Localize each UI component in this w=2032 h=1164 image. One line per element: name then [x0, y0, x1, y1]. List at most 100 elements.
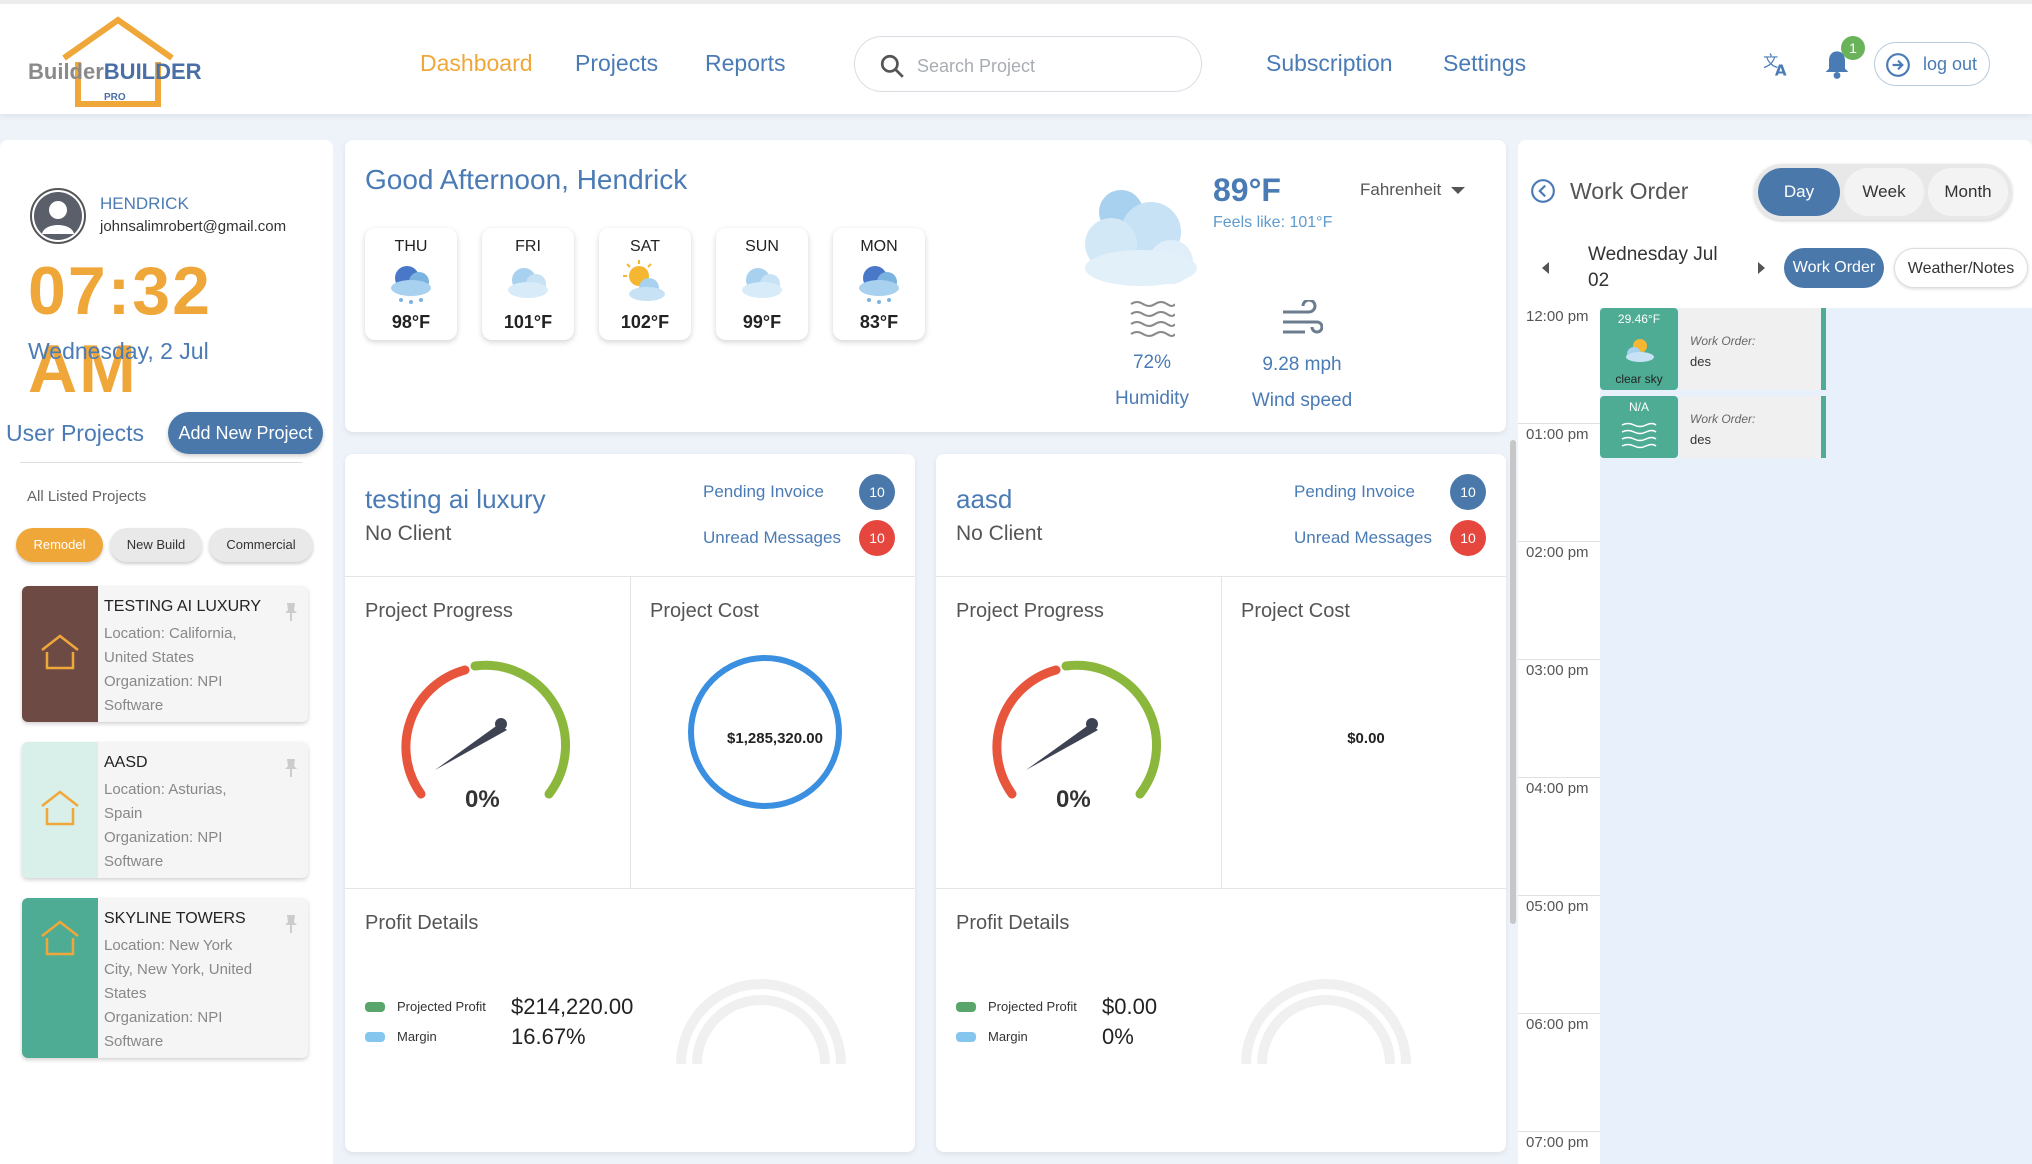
view-month-button[interactable]: Month: [1928, 168, 2008, 216]
user-email: johnsalimrobert@gmail.com: [100, 218, 287, 235]
hour-label: 06:00 pm: [1526, 1016, 1589, 1033]
forecast-day-name: THU: [394, 238, 428, 255]
hour-label: 01:00 pm: [1526, 426, 1589, 443]
translate-icon[interactable]: 文 A: [1762, 50, 1790, 78]
view-week-button[interactable]: Week: [1844, 168, 1924, 216]
forecast-day-name: FRI: [515, 238, 541, 255]
chevron-down-icon: [1451, 187, 1466, 195]
divider: [1518, 423, 1600, 424]
cloud-icon: [1085, 190, 1197, 286]
project-thumbnail: [22, 898, 98, 1058]
progress-value: 0%: [465, 786, 500, 813]
search-box[interactable]: [854, 36, 1202, 92]
logout-icon: [1886, 53, 1910, 77]
nav-projects[interactable]: Projects: [575, 50, 658, 77]
project-card-name[interactable]: testing ai luxury: [365, 484, 546, 515]
cost-title: Project Cost: [1241, 600, 1350, 622]
work-order-title: Work Order: [1570, 178, 1689, 204]
work-order-event[interactable]: Work Order: des: [1680, 308, 1826, 390]
pin-icon[interactable]: [284, 758, 298, 778]
sun-cloud-icon: [1626, 339, 1654, 362]
forecast-day-name: MON: [860, 238, 898, 255]
filter-remodel[interactable]: Remodel: [16, 528, 103, 562]
view-day-button[interactable]: Day: [1758, 168, 1840, 216]
pending-invoice-link[interactable]: Pending Invoice: [703, 482, 824, 502]
nav-reports[interactable]: Reports: [705, 50, 786, 77]
divider: [1518, 659, 1600, 660]
project-name: AASD: [104, 754, 148, 771]
divider: [1518, 777, 1600, 778]
current-time: 07:32 AM: [28, 253, 212, 407]
project-thumbnail: [22, 742, 98, 878]
hour-label: 02:00 pm: [1526, 544, 1589, 561]
project-card-testing-ai-luxury[interactable]: TESTING AI LUXURY Location: California, …: [22, 586, 308, 722]
prev-day-arrow-icon[interactable]: [1542, 262, 1549, 274]
forecast-day[interactable]: MON 83°F: [833, 228, 925, 340]
project-card-name[interactable]: aasd: [956, 484, 1012, 515]
nav-settings[interactable]: Settings: [1443, 50, 1526, 77]
nav-subscription[interactable]: Subscription: [1266, 50, 1393, 77]
forecast-day[interactable]: THU 98°F: [365, 228, 457, 340]
margin-value: 16.67%: [511, 1024, 586, 1049]
project-organization: Organization: NPI Software: [104, 829, 223, 870]
divider: [345, 888, 915, 889]
forecast-temp: 101°F: [503, 312, 553, 332]
greeting: Good Afternoon, Hendrick: [365, 164, 688, 195]
event-weather-tile[interactable]: 29.46°F clear sky: [1600, 308, 1678, 390]
pin-icon[interactable]: [284, 602, 298, 622]
scrollbar[interactable]: [1510, 440, 1516, 924]
project-name: SKYLINE TOWERS: [104, 910, 246, 927]
tab-work-order[interactable]: Work Order: [1784, 248, 1884, 288]
hour-label: 12:00 pm: [1526, 308, 1589, 325]
margin-value: 0%: [1102, 1024, 1134, 1049]
divider: [1518, 1131, 1600, 1132]
pending-invoice-link[interactable]: Pending Invoice: [1294, 482, 1415, 502]
cloud-icon: [508, 268, 548, 298]
cost-value: $1,285,320.00: [727, 730, 823, 747]
user-name: HENDRICK: [100, 194, 189, 213]
tab-weather-notes[interactable]: Weather/Notes: [1894, 248, 2028, 288]
margin-label: Margin: [397, 1029, 437, 1044]
progress-title: Project Progress: [956, 600, 1104, 622]
divider: [630, 576, 631, 888]
projected-profit-value: $0.00: [1102, 994, 1158, 1019]
back-arrow-icon[interactable]: [1530, 178, 1556, 204]
project-thumbnail: [22, 586, 98, 722]
project-card-skyline-towers[interactable]: SKYLINE TOWERS Location: New York City, …: [22, 898, 308, 1058]
hour-label: 03:00 pm: [1526, 662, 1589, 679]
forecast-temp: 98°F: [391, 312, 431, 332]
forecast-day[interactable]: SUN 99°F: [716, 228, 808, 340]
project-organization: Organization: NPI Software: [104, 673, 223, 714]
event-weather-tile[interactable]: N/A: [1600, 396, 1678, 458]
search-input[interactable]: [917, 53, 1177, 79]
house-logo-icon: [41, 790, 79, 826]
builder-logo[interactable]: BuilderBUILDER PRO: [28, 14, 208, 110]
filter-new-build[interactable]: New Build: [110, 528, 202, 562]
unread-messages-link[interactable]: Unread Messages: [703, 528, 841, 548]
humidity-label: Humidity: [1115, 388, 1189, 409]
next-day-arrow-icon[interactable]: [1758, 262, 1765, 274]
divider: [20, 462, 302, 463]
work-order-panel: Work Order Day Week Month Wednesday Jul 0…: [1518, 140, 2032, 1164]
pin-icon[interactable]: [284, 914, 298, 934]
project-card-aasd[interactable]: AASD Location: Asturias, Spain Organizati…: [22, 742, 308, 878]
unit-dropdown[interactable]: Fahrenheit: [1360, 180, 1466, 200]
legend-swatch: [365, 1032, 385, 1042]
project-card-client: No Client: [365, 522, 452, 545]
avatar[interactable]: [30, 188, 86, 244]
logo-wordmark: BuilderBUILDER: [28, 59, 202, 84]
haze-icon: [1621, 422, 1657, 449]
filter-commercial[interactable]: Commercial: [209, 528, 313, 562]
logo-tag: PRO: [104, 92, 126, 103]
forecast-day[interactable]: FRI 101°F: [482, 228, 574, 340]
unread-messages-link[interactable]: Unread Messages: [1294, 528, 1432, 548]
sun-cloud-icon: [623, 260, 665, 301]
hour-label: 04:00 pm: [1526, 780, 1589, 797]
add-new-project-button[interactable]: Add New Project: [168, 412, 323, 454]
event-temp: 29.46°F: [1617, 312, 1661, 326]
forecast-day[interactable]: SAT 102°F: [599, 228, 691, 340]
work-order-event[interactable]: Work Order: des: [1680, 396, 1826, 458]
nav-dashboard[interactable]: Dashboard: [420, 50, 533, 77]
logout-button[interactable]: log out: [1874, 42, 1990, 86]
search-icon: [880, 54, 904, 78]
